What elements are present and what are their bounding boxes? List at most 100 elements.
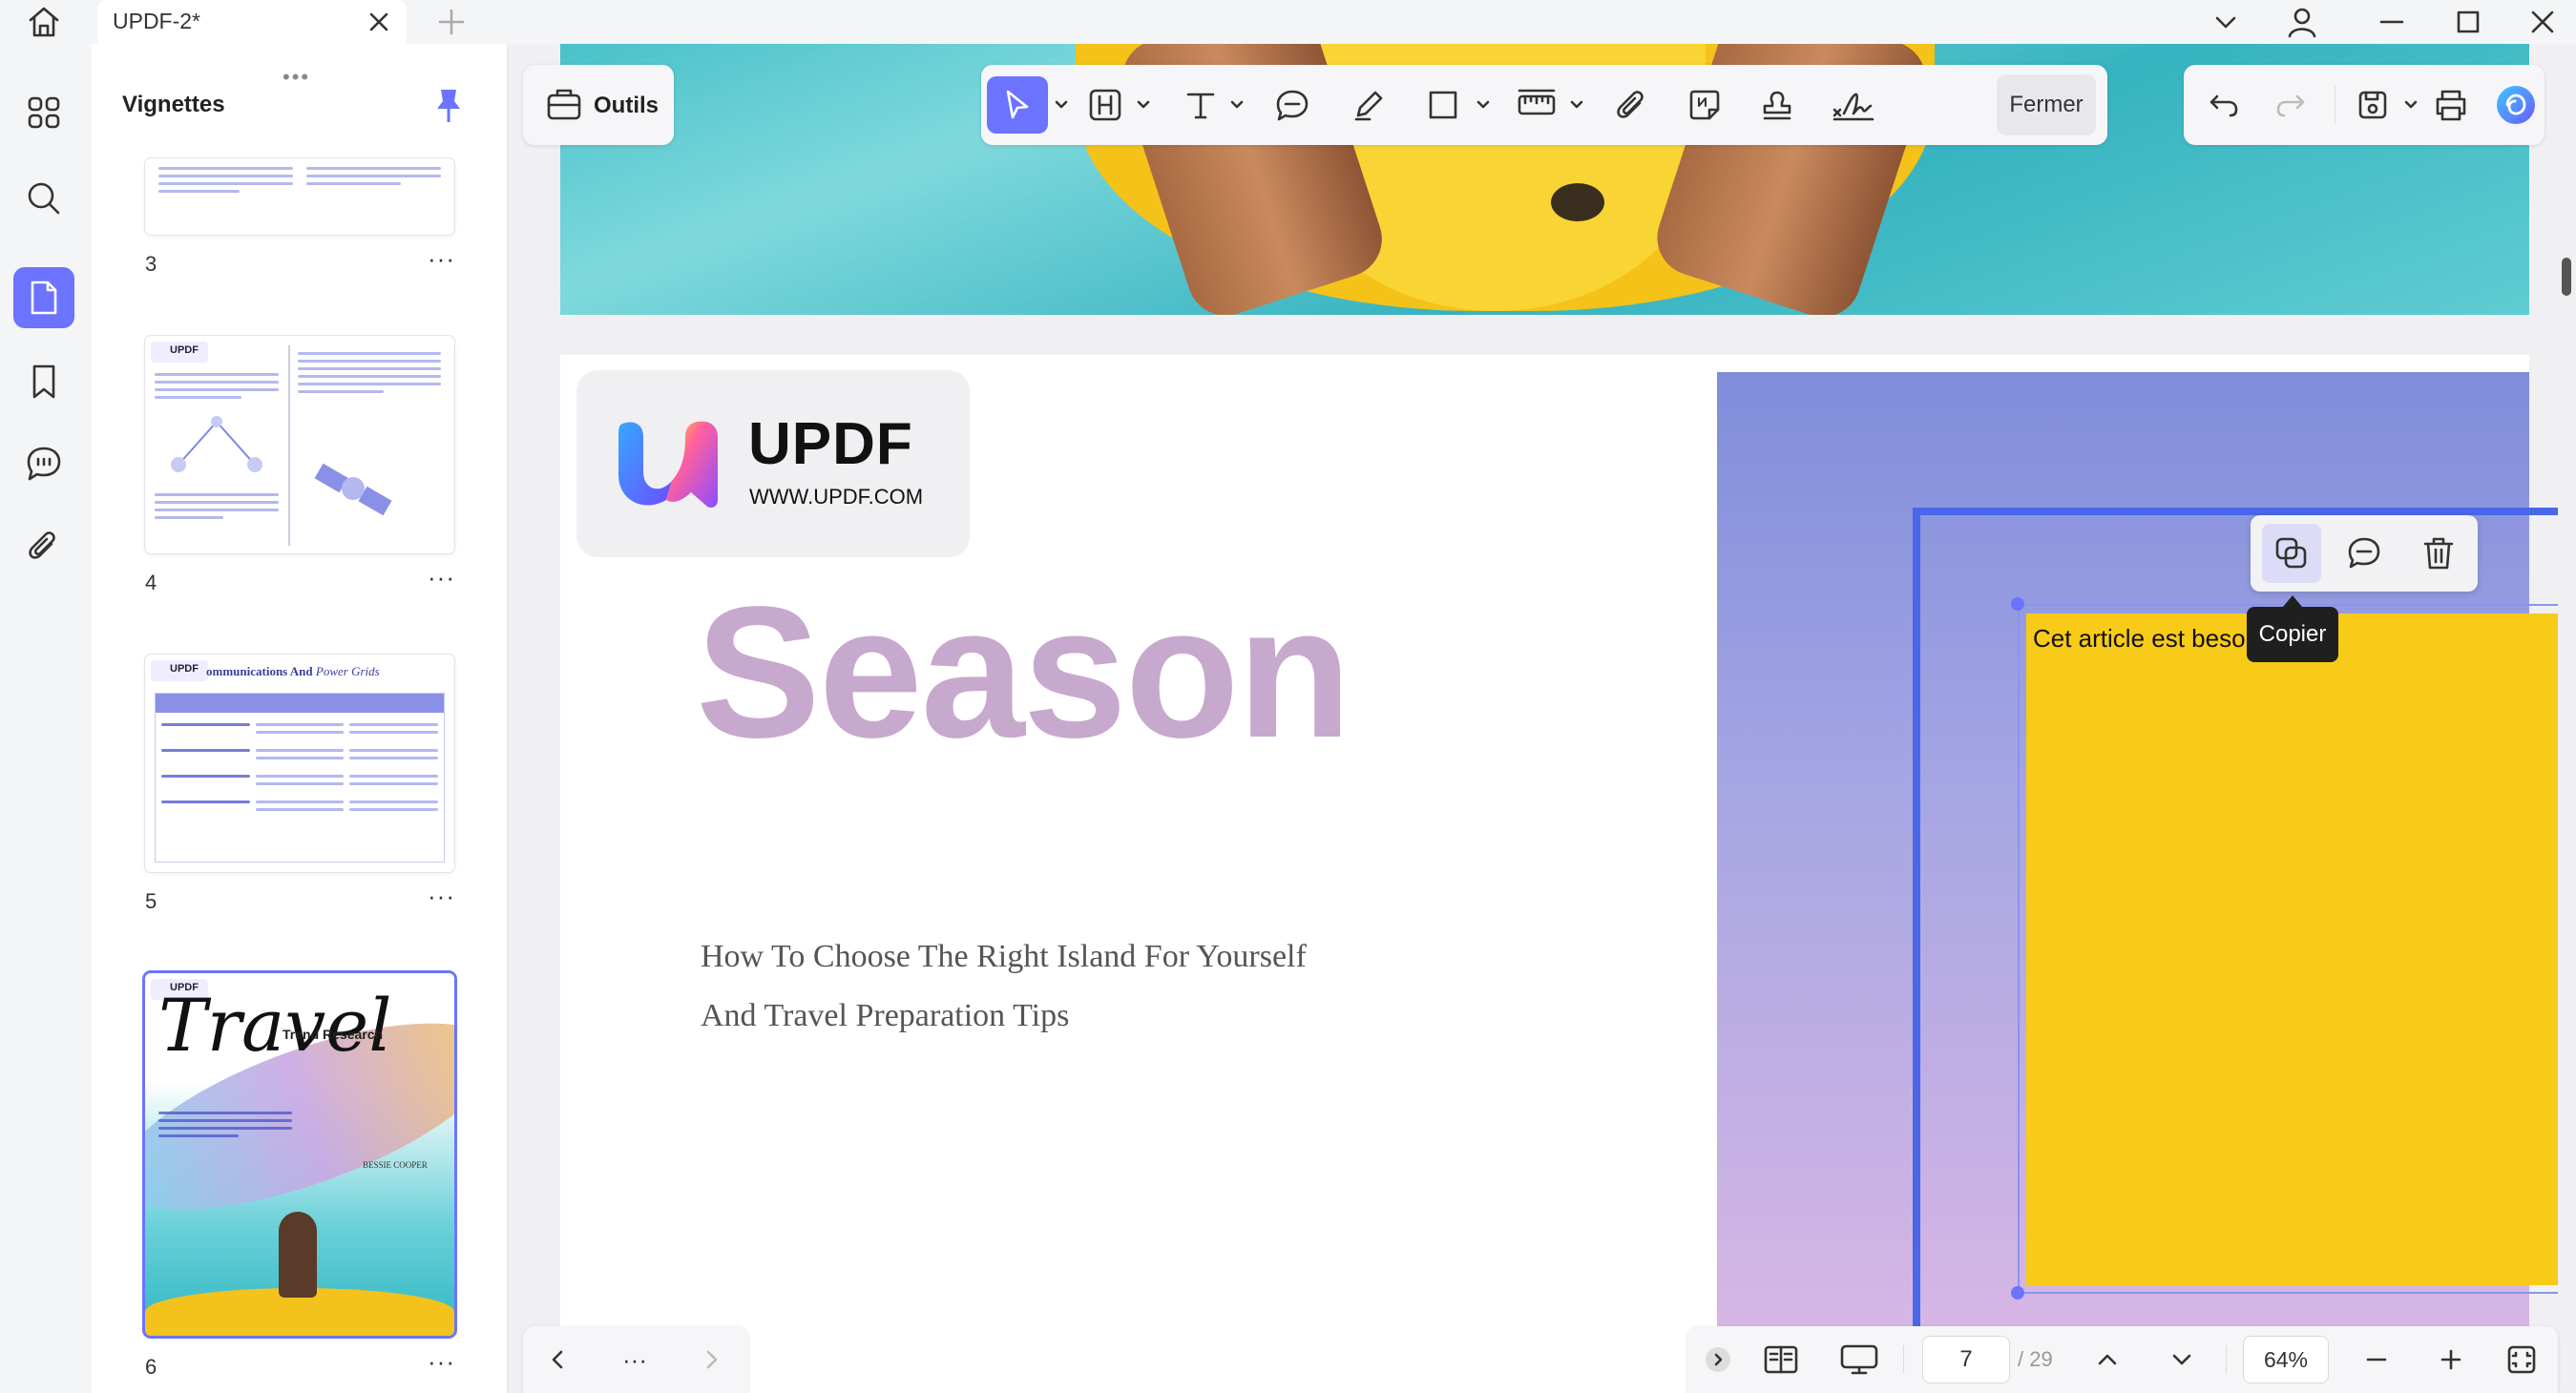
tools-button[interactable]: Outils [523, 65, 674, 145]
zoom-out-button[interactable] [2356, 1336, 2398, 1383]
presentation-button[interactable] [1833, 1336, 1886, 1383]
satellite-thumb-icon [314, 463, 392, 516]
page-nav-bar: ··· [523, 1326, 748, 1393]
thumbnail-header-italic: Power Grids [315, 664, 380, 678]
more-pages-button[interactable]: ··· [613, 1336, 657, 1383]
document-viewport[interactable]: UPDF WWW.UPDF.COM Season How To Choose T… [508, 44, 2558, 1393]
slideshow-icon [1840, 1344, 1878, 1375]
ai-assistant-button[interactable] [2489, 76, 2543, 134]
comment-icon [2348, 537, 2380, 569]
document-tab-title: UPDF-2* [113, 9, 201, 33]
subtitle-line-2: And Travel Preparation Tips [701, 998, 1070, 1033]
shape-tool-button[interactable] [1414, 76, 1472, 134]
home-icon [29, 7, 59, 37]
close-icon [2531, 10, 2554, 33]
redo-icon [2276, 94, 2305, 117]
save-icon [2358, 91, 2387, 119]
rail-apps-button[interactable] [13, 82, 74, 143]
text-tool-button[interactable] [1172, 76, 1229, 134]
logo-text: UPDF [748, 411, 913, 477]
pin-panel-button[interactable] [431, 86, 466, 124]
print-button[interactable] [2422, 76, 2480, 134]
redo-button[interactable] [2262, 76, 2319, 134]
previous-page-button[interactable] [536, 1336, 580, 1383]
rail-comments-button[interactable] [13, 433, 74, 494]
highlight-tool-button[interactable] [1077, 76, 1134, 134]
close-annotation-mode-button[interactable]: Fermer [1997, 74, 2096, 135]
thumbnail-header: ommunications And Power Grids [206, 664, 380, 679]
fit-page-button[interactable] [2501, 1336, 2543, 1383]
undo-button[interactable] [2195, 76, 2252, 134]
account-button[interactable] [2275, 4, 2329, 40]
page-down-button[interactable] [2161, 1336, 2203, 1383]
chevron-down-icon[interactable] [1054, 97, 1069, 113]
rail-search-button[interactable] [13, 168, 74, 229]
rail-bookmarks-button[interactable] [13, 351, 74, 412]
thumbnail-more-button[interactable]: ··· [428, 244, 455, 274]
resize-handle-top-left[interactable] [2011, 597, 2024, 611]
paperclip-icon [1617, 91, 1644, 118]
chevron-down-icon[interactable] [1229, 97, 1245, 113]
sticky-note-selection-box[interactable] [2018, 604, 2558, 1294]
chevron-down-icon[interactable] [2403, 97, 2419, 113]
page-up-button[interactable] [2086, 1336, 2128, 1383]
thumbnail-panel: ••• Vignettes 3 ··· UPDF 4 ··· UPDF ommu… [92, 44, 508, 1393]
next-page-button[interactable] [689, 1336, 733, 1383]
select-tool-button[interactable] [987, 76, 1048, 134]
thumbnail-more-button[interactable]: ··· [428, 563, 455, 593]
copy-annotation-button[interactable] [2262, 524, 2321, 583]
chevron-right-circle-icon [1706, 1347, 1730, 1372]
chevron-down-icon[interactable] [1569, 97, 1584, 113]
thumbnail-page-5[interactable]: UPDF ommunications And Power Grids [145, 655, 454, 872]
save-button[interactable] [2344, 76, 2401, 134]
resize-handle-bottom-left[interactable] [2011, 1286, 2024, 1299]
thumb-logo: UPDF [151, 342, 208, 363]
pencil-tool-button[interactable] [1340, 76, 1397, 134]
thumbnail-page-number: 4 [145, 571, 157, 594]
comment-tool-button[interactable] [1264, 76, 1321, 134]
sticky-note-icon [1689, 90, 1720, 120]
scrollbar-thumb[interactable] [2562, 258, 2571, 296]
copy-icon [2275, 537, 2307, 569]
text-icon [1186, 93, 1215, 119]
current-page-input[interactable]: 7 [1922, 1336, 2010, 1383]
rail-thumbnails-button[interactable] [13, 267, 74, 328]
thumbnail-more-button[interactable]: ··· [428, 882, 455, 911]
statusbar-divider [1903, 1345, 1904, 1374]
thumbnail-page-4[interactable]: UPDF [145, 336, 454, 553]
attachment-tool-button[interactable] [1603, 76, 1661, 134]
home-button[interactable] [19, 2, 69, 42]
statusbar-divider [2226, 1345, 2227, 1374]
comment-annotation-button[interactable] [2335, 524, 2394, 583]
plus-icon [438, 9, 465, 35]
measure-tool-button[interactable] [1506, 76, 1567, 134]
vertical-scrollbar[interactable] [2558, 44, 2576, 1393]
tab-list-dropdown[interactable] [2199, 4, 2252, 40]
close-window-button[interactable] [2516, 4, 2569, 40]
new-tab-button[interactable] [435, 6, 468, 38]
diagram-thumb-icon [171, 416, 262, 472]
close-tab-icon[interactable] [365, 8, 393, 36]
maximize-button[interactable] [2441, 4, 2495, 40]
document-tab[interactable]: UPDF-2* [97, 0, 407, 44]
zoom-in-button[interactable] [2430, 1336, 2472, 1383]
stamp-tool-button[interactable] [1749, 76, 1806, 134]
thumbnail-page-6[interactable]: UPDF Travel Trend Research BESSIE COOPER [145, 973, 454, 1336]
minimize-button[interactable] [2365, 4, 2419, 40]
expand-statusbar-button[interactable] [1701, 1336, 1735, 1383]
signature-icon [1833, 93, 1874, 121]
delete-annotation-button[interactable] [2409, 524, 2468, 583]
chevron-down-icon[interactable] [1476, 97, 1491, 113]
ai-assistant-icon [2497, 86, 2535, 124]
rail-attachments-button[interactable] [13, 515, 74, 576]
panel-resize-grip[interactable]: ••• [283, 65, 310, 90]
signature-tool-button[interactable] [1821, 76, 1886, 134]
minus-icon [2366, 1358, 2387, 1362]
thumbnail-page-number: 5 [145, 889, 157, 913]
chevron-down-icon[interactable] [1136, 97, 1151, 113]
zoom-level-input[interactable]: 64% [2243, 1336, 2329, 1383]
thumbnail-page-3[interactable] [145, 158, 454, 235]
page-layout-button[interactable] [1756, 1336, 1806, 1383]
thumbnail-more-button[interactable]: ··· [428, 1347, 455, 1377]
sticky-note-tool-button[interactable] [1676, 76, 1733, 134]
